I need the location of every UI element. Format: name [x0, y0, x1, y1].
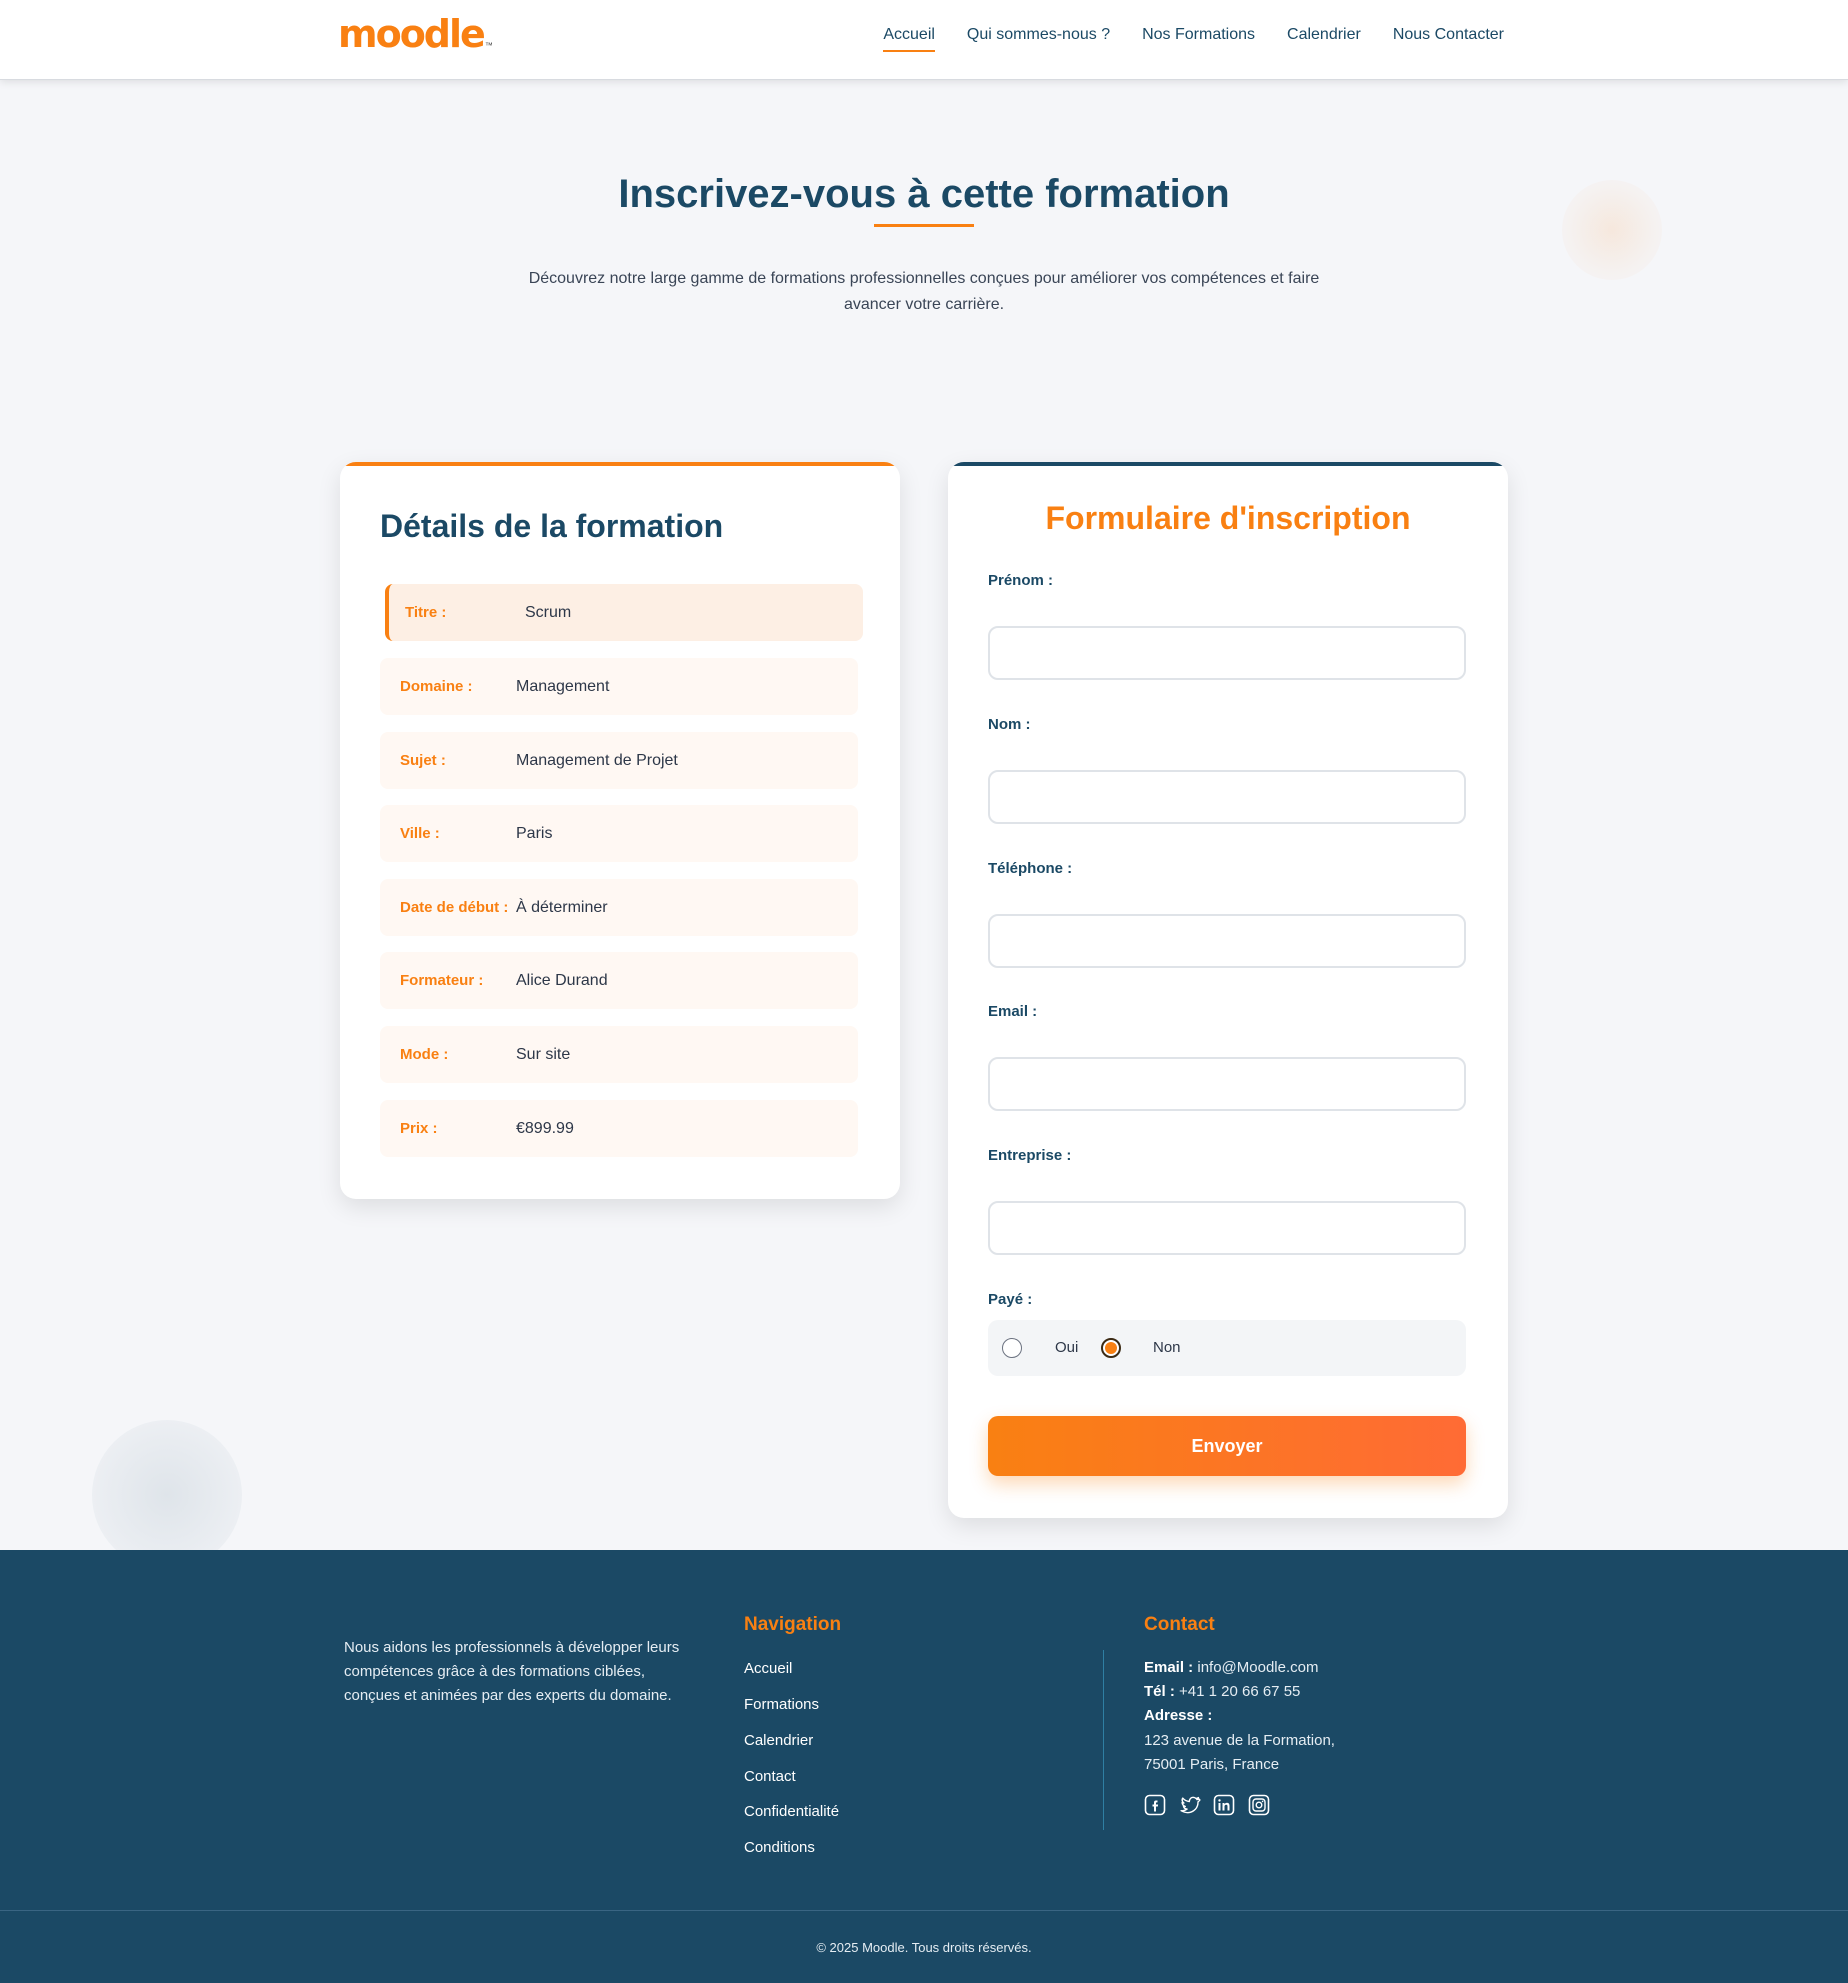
linkedin-icon[interactable] [1213, 1794, 1235, 1816]
detail-label: Sujet : [400, 752, 446, 769]
footer-link-confidentialite[interactable]: Confidentialité [744, 1803, 839, 1820]
registration-form-card: Formulaire d'inscription Prénom : Nom : … [948, 462, 1508, 1518]
detail-value: Paris [516, 824, 553, 842]
title-underline [874, 224, 974, 227]
detail-value: À déterminer [516, 898, 608, 916]
radio-non-label[interactable]: Non [1153, 1339, 1181, 1356]
detail-label: Mode : [400, 1046, 449, 1063]
prenom-label: Prénom : [988, 572, 1054, 589]
nom-label: Nom : [988, 716, 1031, 733]
moodle-logo[interactable]: moodle ™ [338, 14, 493, 54]
detail-label: Titre : [405, 604, 447, 621]
paye-radio-group: Oui Non [988, 1320, 1466, 1376]
footer-divider [1103, 1650, 1104, 1830]
nom-input[interactable] [988, 770, 1466, 824]
detail-row-prix: Prix : €899.99 [380, 1100, 858, 1157]
footer-link-accueil[interactable]: Accueil [744, 1660, 792, 1677]
detail-label: Date de début : [400, 899, 509, 916]
paye-label: Payé : [988, 1291, 1033, 1308]
details-title: Détails de la formation [380, 508, 724, 544]
detail-row-date-debut: Date de début : À déterminer [380, 879, 858, 936]
footer-navigation-heading: Navigation [744, 1614, 842, 1635]
nav-nous-contacter[interactable]: Nous Contacter [1393, 26, 1504, 52]
nav-nos-formations[interactable]: Nos Formations [1142, 26, 1255, 52]
footer-link-conditions[interactable]: Conditions [744, 1839, 815, 1856]
facebook-icon[interactable] [1144, 1794, 1166, 1816]
main-nav: Accueil Qui sommes-nous ? Nos Formations… [883, 26, 1504, 52]
detail-value: Management [516, 677, 610, 695]
nav-accueil[interactable]: Accueil [883, 26, 935, 52]
contact-email-label: Email : [1144, 1659, 1194, 1676]
entreprise-label: Entreprise : [988, 1147, 1072, 1164]
detail-row-ville: Ville : Paris [380, 805, 858, 862]
radio-non[interactable] [1101, 1338, 1121, 1358]
footer-separator [0, 1910, 1848, 1911]
entreprise-input[interactable] [988, 1201, 1466, 1255]
detail-row-formateur: Formateur : Alice Durand [380, 952, 858, 1009]
detail-label: Prix : [400, 1120, 438, 1137]
detail-value: Alice Durand [516, 971, 608, 989]
footer-about-text: Nous aidons les professionnels à dévelop… [344, 1639, 680, 1704]
contact-address-line1: 123 avenue de la Formation, [1144, 1732, 1335, 1749]
telephone-input[interactable] [988, 914, 1466, 968]
copyright-text: © 2025 Moodle. Tous droits réservés. [816, 1940, 1032, 1955]
prenom-input[interactable] [988, 626, 1466, 680]
footer-link-formations[interactable]: Formations [744, 1696, 819, 1713]
site-header: moodle ™ Accueil Qui sommes-nous ? Nos F… [0, 0, 1848, 80]
training-details-card: Détails de la formation Titre : Scrum Do… [340, 462, 900, 1199]
site-footer: Nous aidons les professionnels à dévelop… [0, 1550, 1848, 1983]
instagram-icon[interactable] [1248, 1794, 1270, 1816]
contact-phone: Tél : +41 1 20 66 67 55 [1144, 1680, 1300, 1704]
contact-email-value[interactable]: info@Moodle.com [1197, 1659, 1318, 1676]
detail-row-mode: Mode : Sur site [380, 1026, 858, 1083]
telephone-label: Téléphone : [988, 860, 1073, 877]
detail-value: €899.99 [516, 1119, 574, 1137]
detail-row-titre: Titre : Scrum [385, 584, 863, 641]
detail-value: Sur site [516, 1045, 571, 1063]
detail-label: Formateur : [400, 972, 484, 989]
envoyer-button[interactable]: Envoyer [988, 1416, 1466, 1476]
email-label: Email : [988, 1003, 1038, 1020]
decorative-circle-left [92, 1420, 242, 1570]
email-input[interactable] [988, 1057, 1466, 1111]
logo-trademark: ™ [484, 41, 493, 50]
contact-address-label-line: Adresse : [1144, 1704, 1212, 1728]
contact-email: Email : info@Moodle.com [1144, 1656, 1318, 1680]
logo-wordmark: moodle [338, 12, 486, 56]
detail-label: Domaine : [400, 678, 473, 695]
contact-address-label: Adresse : [1144, 1707, 1213, 1724]
nav-qui-sommes-nous[interactable]: Qui sommes-nous ? [967, 26, 1110, 52]
decorative-circle-right [1562, 180, 1662, 280]
detail-label: Ville : [400, 825, 440, 842]
contact-phone-value: +41 1 20 66 67 55 [1179, 1683, 1301, 1700]
footer-link-contact[interactable]: Contact [744, 1768, 796, 1785]
radio-oui[interactable] [1002, 1338, 1022, 1358]
nav-calendrier[interactable]: Calendrier [1287, 26, 1361, 52]
detail-row-domaine: Domaine : Management [380, 658, 858, 715]
detail-value: Management de Projet [516, 751, 678, 769]
footer-contact-heading: Contact [1144, 1614, 1215, 1635]
page-subtitle: Découvrez notre large gamme de formation… [528, 270, 1320, 313]
twitter-icon[interactable] [1179, 1794, 1201, 1816]
contact-phone-label: Tél : [1144, 1683, 1175, 1700]
radio-oui-label[interactable]: Oui [1055, 1339, 1078, 1356]
footer-link-calendrier[interactable]: Calendrier [744, 1732, 813, 1749]
detail-value: Scrum [525, 603, 572, 621]
form-title: Formulaire d'inscription [1045, 500, 1411, 536]
contact-address-line2: 75001 Paris, France [1144, 1756, 1280, 1773]
detail-row-sujet: Sujet : Management de Projet [380, 732, 858, 789]
